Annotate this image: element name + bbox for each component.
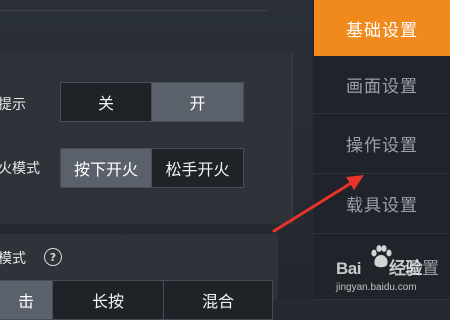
help-icon[interactable]: ?: [44, 248, 62, 266]
divider: [0, 10, 268, 11]
watermark-brand: Bai 经验: [336, 259, 422, 278]
hint-toggle: 关 开: [60, 82, 244, 122]
press-to-fire-option[interactable]: 按下开火: [61, 149, 151, 187]
release-to-fire-option[interactable]: 松手开火: [151, 149, 243, 187]
tab-vehicle-settings[interactable]: 载具设置: [314, 174, 450, 234]
settings-content: 提示 关 开 火模式 按下开火 松手开火 模式 ? 击 长按 混合: [0, 0, 312, 320]
tap-option[interactable]: 击: [0, 281, 52, 319]
fire-mode-row-label: 火模式: [0, 161, 40, 177]
mode-toggle: 击 长按 混合: [0, 280, 273, 320]
baidu-watermark: Bai 经验 jingyan.baidu.com: [334, 244, 450, 300]
hint-off-option[interactable]: 关: [61, 83, 151, 121]
hint-row-label: 提示: [0, 97, 26, 113]
settings-panel: 提示 关 开 火模式 按下开火 松手开火: [0, 52, 293, 224]
tab-basic-settings[interactable]: 基础设置: [314, 0, 450, 56]
watermark-url: jingyan.baidu.com: [336, 282, 417, 293]
mixed-option[interactable]: 混合: [163, 281, 272, 319]
fire-mode-toggle: 按下开火 松手开火: [60, 148, 244, 188]
mode-row-label: 模式: [0, 251, 26, 267]
long-press-option[interactable]: 长按: [52, 281, 163, 319]
tab-graphics-settings[interactable]: 画面设置: [314, 56, 450, 114]
mode-panel: 模式 ? 击 长按 混合: [0, 234, 278, 320]
hint-on-option[interactable]: 开: [151, 83, 243, 121]
tab-control-settings[interactable]: 操作设置: [314, 114, 450, 174]
